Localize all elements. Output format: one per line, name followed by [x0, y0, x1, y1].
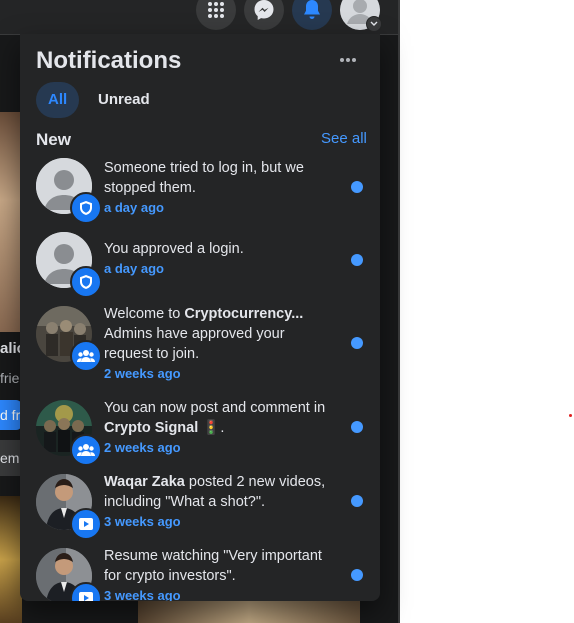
- notification-text: Welcome to Cryptocurrency... Admins have…: [104, 304, 336, 383]
- notification-text: Waqar Zaka posted 2 new videos, includin…: [104, 472, 336, 531]
- notification-item[interactable]: You can now post and comment in Crypto S…: [28, 398, 372, 466]
- section-title-new: New: [36, 130, 71, 149]
- bell-icon: [304, 0, 320, 19]
- notification-time: 2 weeks ago: [104, 440, 181, 455]
- notification-item[interactable]: Waqar Zaka posted 2 new videos, includin…: [28, 472, 372, 540]
- group-icon: [70, 434, 102, 466]
- unread-dot: [351, 181, 363, 193]
- notification-time: 2 weeks ago: [104, 366, 181, 381]
- group-icon: [70, 340, 102, 372]
- menu-grid-icon: [208, 2, 224, 18]
- feed-remove-button[interactable]: em: [0, 440, 22, 476]
- notification-item[interactable]: Resume watching "Very important for cryp…: [28, 546, 372, 601]
- chevron-down-icon: [366, 16, 382, 32]
- video-icon: [70, 508, 102, 540]
- shield-icon: [70, 266, 102, 298]
- shield-icon: [70, 192, 102, 224]
- notification-text: You approved a login. a day ago: [104, 239, 336, 278]
- more-horizontal-icon: [340, 58, 356, 62]
- unread-dot: [351, 495, 363, 507]
- feed-photo: [0, 112, 20, 332]
- notification-text: Someone tried to log in, but we stopped …: [104, 158, 336, 217]
- notification-time: a day ago: [104, 200, 164, 215]
- unread-dot: [351, 569, 363, 581]
- feed-photo: [0, 496, 22, 623]
- unread-dot: [351, 421, 363, 433]
- notification-time: 3 weeks ago: [104, 588, 181, 601]
- unread-dot: [351, 254, 363, 266]
- notification-time: a day ago: [104, 261, 164, 276]
- video-icon: [70, 582, 102, 601]
- unread-dot: [351, 337, 363, 349]
- tab-all[interactable]: All: [36, 82, 80, 118]
- window-divider: [398, 0, 400, 623]
- notification-item[interactable]: Someone tried to log in, but we stopped …: [28, 156, 372, 224]
- feed-name-fragment: alic: [0, 340, 22, 357]
- notifications-panel: Notifications All Unread New See all Som…: [20, 34, 380, 601]
- notification-text: You can now post and comment in Crypto S…: [104, 398, 336, 457]
- feed-photo: [138, 600, 360, 623]
- stray-red-dot: [569, 414, 572, 417]
- messenger-icon: [254, 0, 274, 20]
- more-options-button[interactable]: [330, 46, 366, 74]
- panel-title: Notifications: [36, 47, 182, 74]
- tab-unread[interactable]: Unread: [86, 82, 162, 118]
- notification-item[interactable]: Welcome to Cryptocurrency... Admins have…: [28, 304, 372, 388]
- notification-text: Resume watching "Very important for cryp…: [104, 546, 336, 601]
- see-all-link[interactable]: See all: [321, 130, 367, 147]
- notification-item[interactable]: You approved a login. a day ago: [28, 230, 372, 298]
- notification-time: 3 weeks ago: [104, 514, 181, 529]
- feed-friends-fragment: frie: [0, 370, 20, 386]
- feed-add-friend-button[interactable]: d fr: [0, 400, 22, 430]
